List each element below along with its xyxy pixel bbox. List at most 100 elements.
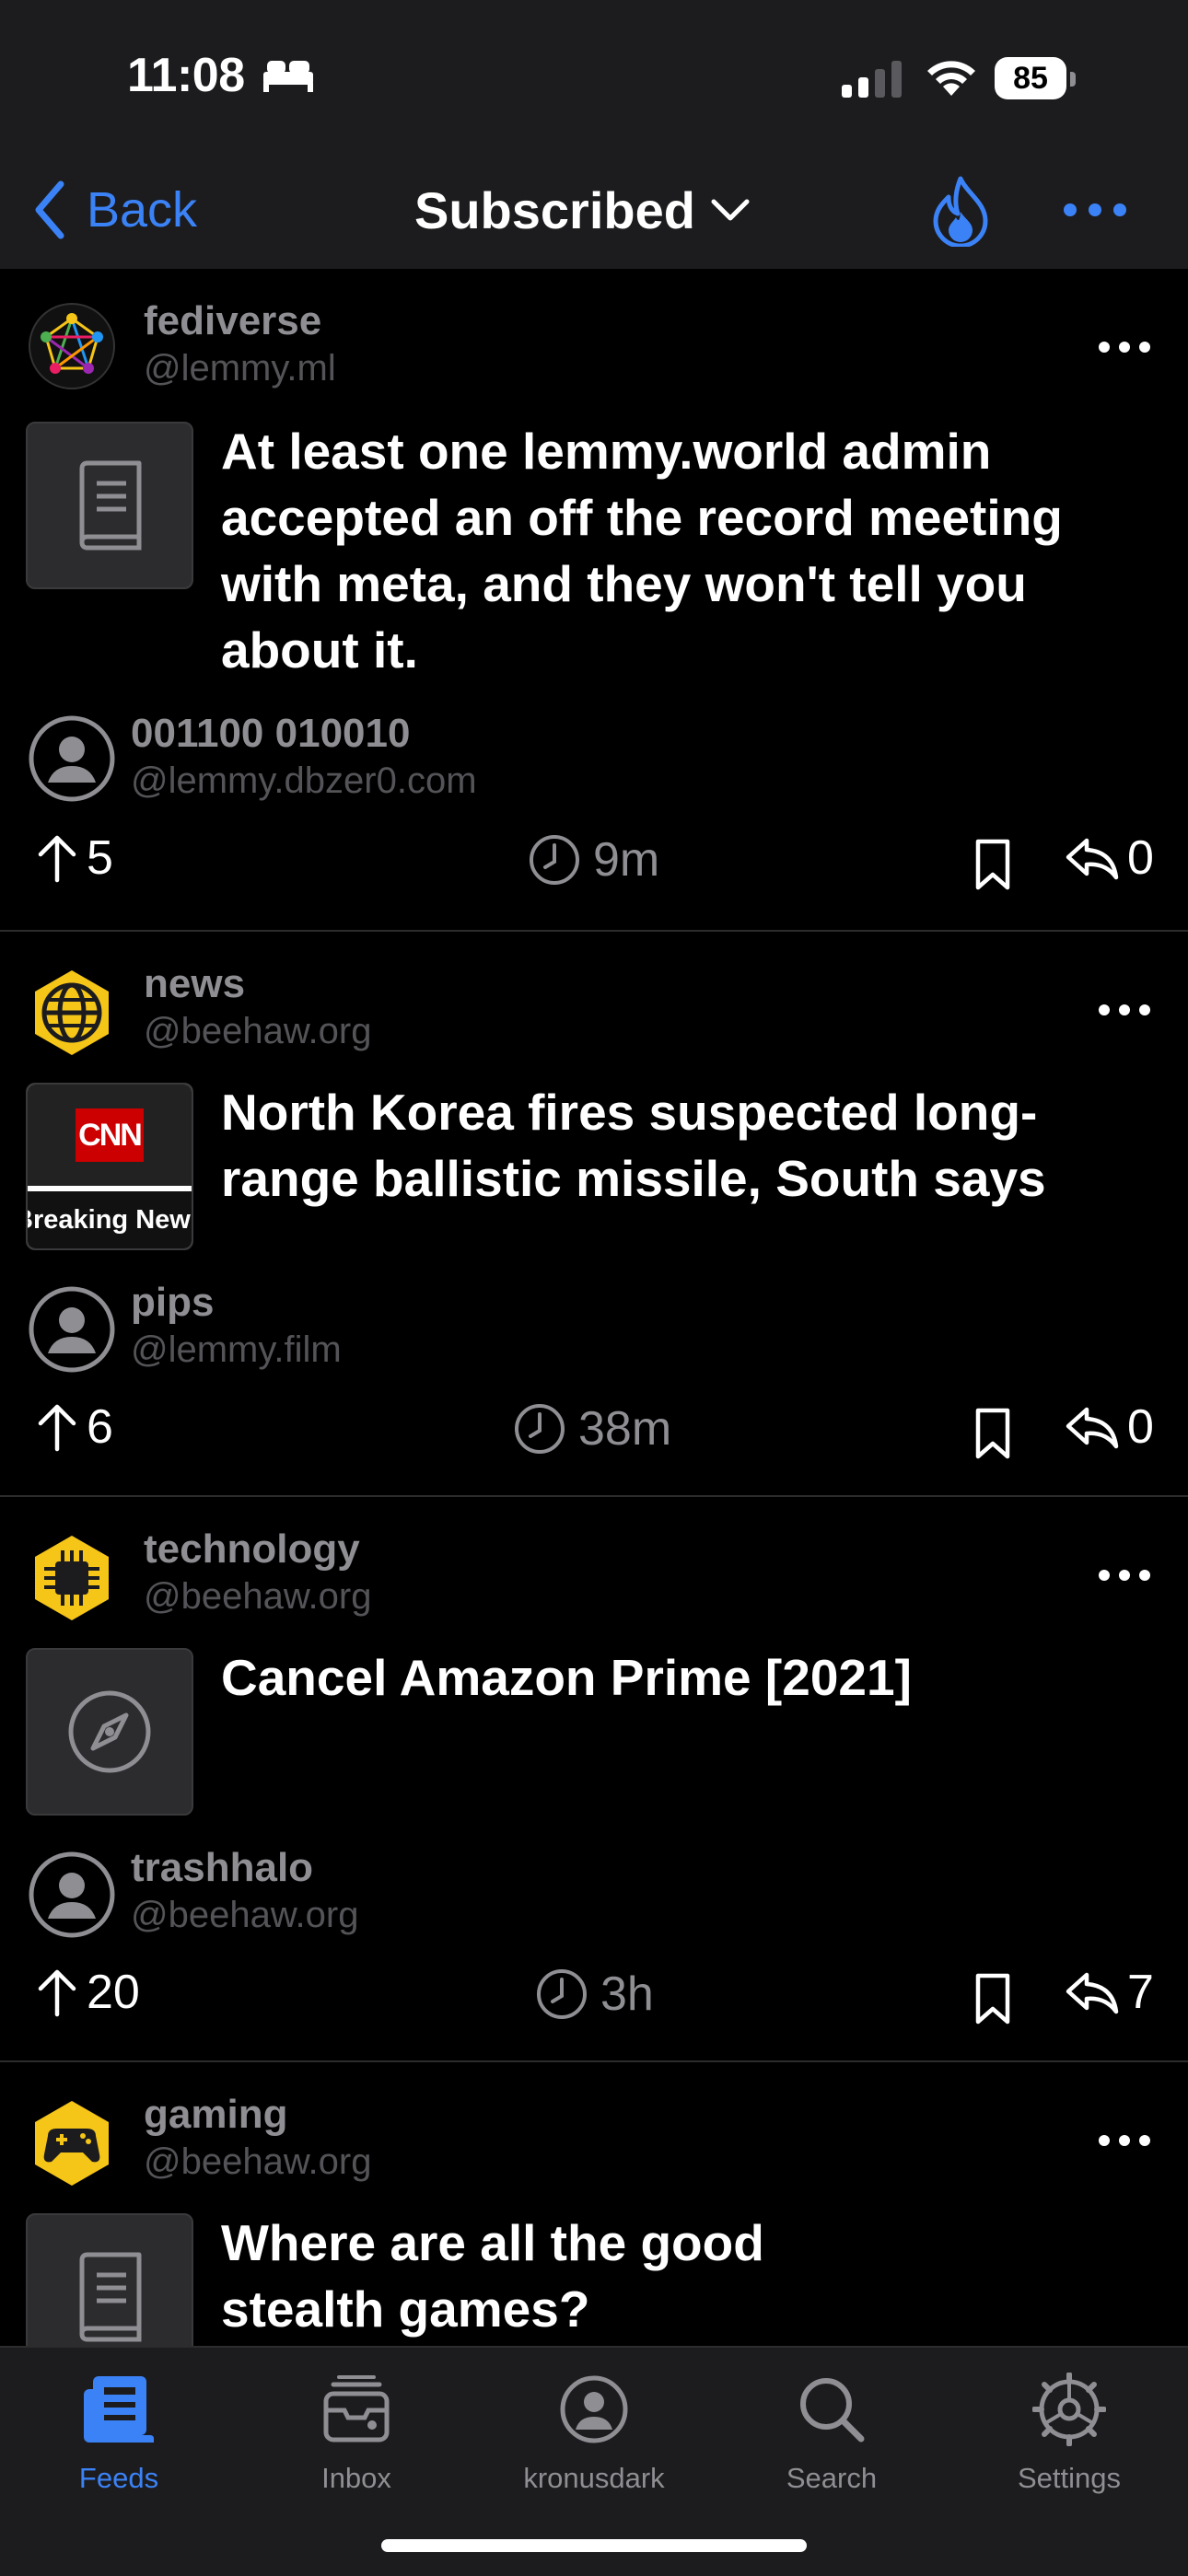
cellular-signal-icon xyxy=(842,61,902,98)
profile-icon xyxy=(560,2375,628,2443)
author-instance: @lemmy.dbzer0.com xyxy=(131,760,477,801)
bookmark-icon[interactable] xyxy=(974,1407,1011,1460)
tab-label: Settings xyxy=(1017,2462,1121,2494)
bookmark-icon[interactable] xyxy=(974,1972,1011,2025)
back-label: Back xyxy=(87,182,198,238)
reply-button[interactable]: 0 xyxy=(1065,1399,1154,1455)
cnn-logo: CNN xyxy=(76,1108,144,1162)
feed-title: Subscribed xyxy=(414,180,695,239)
author-instance: @beehaw.org xyxy=(131,1895,359,1935)
tab-profile[interactable]: kronusdark xyxy=(475,2366,713,2495)
post-thumbnail[interactable] xyxy=(26,2213,193,2346)
post-more-icon[interactable] xyxy=(1098,1004,1151,1016)
fediverse-community-icon[interactable] xyxy=(28,302,116,390)
community-name[interactable]: news xyxy=(144,961,245,1007)
compass-link-icon xyxy=(68,1690,151,1773)
community-instance: @beehaw.org xyxy=(144,1011,372,1051)
post-card[interactable]: news @beehaw.org CNN Breaking News North… xyxy=(0,932,1188,1497)
reply-count: 0 xyxy=(1127,1400,1154,1454)
clock-icon xyxy=(515,1404,565,1454)
reply-button[interactable]: 7 xyxy=(1065,1965,1154,2020)
tab-label: kronusdark xyxy=(523,2462,665,2494)
reply-count: 0 xyxy=(1127,831,1154,885)
vote-count: 5 xyxy=(87,831,113,885)
post-title[interactable]: Where are all the good stealth games? xyxy=(221,2210,866,2342)
home-indicator[interactable] xyxy=(381,2539,807,2552)
community-name[interactable]: technology xyxy=(144,1526,360,1572)
post-title[interactable]: At least one lemmy.world admin accepted … xyxy=(221,418,1151,683)
upvote-button[interactable]: 20 xyxy=(37,1965,140,2020)
news-community-icon[interactable] xyxy=(28,969,116,1057)
chevron-down-icon xyxy=(711,199,750,221)
wifi-icon xyxy=(927,61,975,96)
reply-icon xyxy=(1066,1407,1119,1449)
post-more-icon[interactable] xyxy=(1098,1569,1151,1582)
post-thumbnail[interactable] xyxy=(26,422,193,589)
search-icon xyxy=(800,2378,865,2443)
clock-icon xyxy=(537,1969,587,2019)
post-more-icon[interactable] xyxy=(1098,2134,1151,2147)
technology-community-icon[interactable] xyxy=(28,1534,116,1622)
age-text: 38m xyxy=(578,1402,672,1456)
tab-search[interactable]: Search xyxy=(713,2366,950,2495)
author-instance: @lemmy.film xyxy=(131,1329,342,1370)
flame-sort-icon[interactable] xyxy=(930,175,991,247)
tab-label: Inbox xyxy=(321,2462,391,2494)
post-card[interactable]: technology @beehaw.org Cancel Amazon Pri… xyxy=(0,1497,1188,2062)
text-post-icon xyxy=(79,460,142,551)
top-bar: 11:08 85 Back Subscribed xyxy=(0,0,1188,269)
feed-selector[interactable]: Subscribed xyxy=(414,175,751,245)
post-title[interactable]: Cancel Amazon Prime [2021] xyxy=(221,1644,1151,1711)
tab-inbox[interactable]: Inbox xyxy=(238,2366,475,2495)
author-name[interactable]: 001100 010010 xyxy=(131,711,410,757)
post-thumbnail[interactable]: CNN Breaking News xyxy=(26,1083,193,1250)
post-age: 3h xyxy=(536,1967,654,2022)
vote-count: 6 xyxy=(87,1400,113,1454)
user-avatar-icon[interactable] xyxy=(28,714,116,803)
sleep-mode-icon xyxy=(263,61,313,92)
post-card[interactable]: fediverse @lemmy.ml At least one lemmy.w… xyxy=(0,269,1188,932)
vote-count: 20 xyxy=(87,1966,140,2019)
age-text: 9m xyxy=(593,833,660,887)
tab-feeds[interactable]: Feeds xyxy=(0,2366,238,2495)
post-title[interactable]: North Korea fires suspected long-range b… xyxy=(221,1079,1151,1212)
user-avatar-icon[interactable] xyxy=(28,1285,116,1374)
bookmark-icon[interactable] xyxy=(974,838,1011,891)
inbox-icon xyxy=(323,2375,390,2443)
text-post-icon xyxy=(79,2252,142,2342)
community-instance: @beehaw.org xyxy=(144,1576,372,1617)
post-age: 38m xyxy=(514,1401,671,1456)
age-text: 3h xyxy=(600,1967,654,2021)
more-options-icon[interactable] xyxy=(1061,189,1129,231)
settings-icon xyxy=(1032,2373,1106,2446)
community-instance: @beehaw.org xyxy=(144,2141,372,2182)
clock-icon xyxy=(530,835,579,885)
reply-button[interactable]: 0 xyxy=(1065,830,1154,886)
gaming-community-icon[interactable] xyxy=(28,2099,116,2187)
post-thumbnail[interactable] xyxy=(26,1648,193,1816)
tab-label: Search xyxy=(786,2462,878,2494)
back-button[interactable]: Back xyxy=(33,175,197,245)
status-time: 11:08 xyxy=(127,49,245,102)
thumbnail-caption: Breaking News xyxy=(28,1191,192,1248)
community-instance: @lemmy.ml xyxy=(144,348,336,389)
user-avatar-icon[interactable] xyxy=(28,1851,116,1939)
chevron-left-icon xyxy=(35,180,64,239)
post-more-icon[interactable] xyxy=(1098,341,1151,354)
upvote-button[interactable]: 6 xyxy=(37,1399,113,1455)
arrow-up-icon xyxy=(38,835,76,883)
author-name[interactable]: pips xyxy=(131,1280,214,1326)
tab-settings[interactable]: Settings xyxy=(950,2366,1188,2495)
reply-count: 7 xyxy=(1127,1966,1154,2019)
author-name[interactable]: trashhalo xyxy=(131,1845,313,1891)
reply-icon xyxy=(1066,1972,1119,2014)
upvote-button[interactable]: 5 xyxy=(37,830,113,886)
arrow-up-icon xyxy=(38,1404,76,1452)
post-age: 9m xyxy=(529,832,659,888)
community-name[interactable]: gaming xyxy=(144,2092,287,2138)
feeds-icon xyxy=(84,2376,154,2443)
reply-icon xyxy=(1066,838,1119,880)
post-card[interactable]: gaming @beehaw.org Where are all the goo… xyxy=(0,2062,1188,2346)
tab-label: Feeds xyxy=(78,2462,159,2494)
community-name[interactable]: fediverse xyxy=(144,298,321,344)
